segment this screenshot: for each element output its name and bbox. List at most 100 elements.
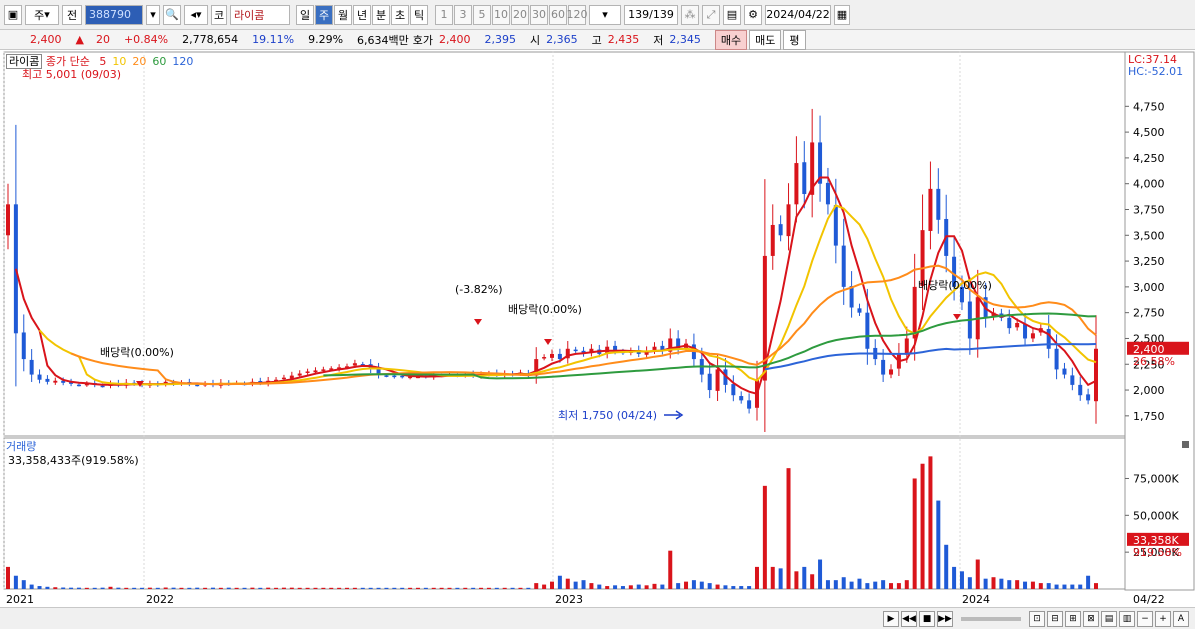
candle-body bbox=[1054, 348, 1059, 370]
interval-dropdown-icon[interactable]: ▾ bbox=[589, 4, 621, 25]
eval-button[interactable]: 평 bbox=[783, 29, 806, 50]
zoom-out-icon[interactable]: − bbox=[1137, 610, 1153, 627]
volume-bar bbox=[1007, 580, 1012, 589]
search-icon[interactable]: 🔍 bbox=[163, 4, 181, 25]
volume-bar bbox=[715, 584, 720, 589]
interval-button[interactable]: 20 bbox=[511, 4, 529, 25]
low-value: 2,345 bbox=[669, 33, 701, 46]
period-tab[interactable]: 초 bbox=[391, 4, 409, 25]
volume-bar bbox=[1046, 583, 1051, 589]
candle-body bbox=[770, 224, 775, 256]
speaker-icon[interactable]: ◂▾ bbox=[184, 4, 208, 25]
jeon-button[interactable]: 전 bbox=[62, 4, 82, 25]
candle-body bbox=[857, 308, 862, 313]
period-tab[interactable]: 월 bbox=[334, 4, 352, 25]
font-icon[interactable]: A bbox=[1173, 610, 1189, 627]
amount-value: 6,634백만 bbox=[357, 33, 409, 47]
link-icon[interactable]: ⁂ bbox=[681, 4, 699, 25]
period-tab[interactable]: 틱 bbox=[410, 4, 428, 25]
volume-bar bbox=[92, 587, 97, 589]
sell-button[interactable]: 매도 bbox=[749, 29, 782, 50]
volume-bar bbox=[778, 568, 783, 589]
stock-name-field[interactable]: 라이콤 bbox=[230, 4, 290, 25]
volume-bar bbox=[739, 586, 744, 589]
candle-body bbox=[573, 349, 578, 352]
rate1-value: 19.11% bbox=[252, 33, 295, 46]
candle-body bbox=[195, 384, 200, 387]
interval-button[interactable]: 120 bbox=[567, 4, 588, 25]
stock-chart[interactable]: 2021 2022 2023 2024 04/22 4,750 4,500 4,250 4,00… bbox=[0, 51, 1195, 607]
chart-tool-icon-3[interactable]: ⊞ bbox=[1065, 610, 1081, 627]
volume-bar bbox=[226, 587, 231, 589]
volume-bar bbox=[463, 587, 468, 589]
pct-tag: 26.58% bbox=[1133, 355, 1175, 368]
x-tick-label: 2024 bbox=[962, 593, 990, 606]
candle-body bbox=[928, 188, 933, 231]
volume-bar bbox=[841, 577, 846, 589]
high-label: 최고 5,001 (09/03) bbox=[22, 68, 122, 81]
interval-button[interactable]: 60 bbox=[549, 4, 567, 25]
volume-bar bbox=[873, 581, 878, 589]
forward-icon[interactable]: ▶▶ bbox=[937, 610, 953, 627]
chart-tool-icon-1[interactable]: ⊡ bbox=[1029, 610, 1045, 627]
candle-body bbox=[1046, 328, 1051, 349]
crosshair-icon[interactable]: ⤢ bbox=[702, 4, 720, 25]
candle-body bbox=[778, 224, 783, 236]
chart-tool-icon-5[interactable]: ▤ bbox=[1101, 610, 1117, 627]
x-tick-label: 2023 bbox=[555, 593, 583, 606]
volume-bar bbox=[991, 577, 996, 589]
stock-code-input[interactable]: 388790 bbox=[85, 4, 143, 25]
period-tab[interactable]: 주 bbox=[315, 4, 333, 25]
chart-tool-icon-6[interactable]: ▥ bbox=[1119, 610, 1135, 627]
interval-button[interactable]: 5 bbox=[473, 4, 491, 25]
change-up-icon: ▲ bbox=[75, 33, 84, 46]
count-display[interactable]: 139/139 bbox=[624, 4, 678, 25]
candle-body bbox=[794, 163, 799, 205]
chart-tool-icon-4[interactable]: ⊠ bbox=[1083, 610, 1099, 627]
period-tab[interactable]: 분 bbox=[372, 4, 390, 25]
interval-button[interactable]: 3 bbox=[454, 4, 472, 25]
chart-tool-icon-2[interactable]: ⊟ bbox=[1047, 610, 1063, 627]
rewind-icon[interactable]: ◀◀ bbox=[901, 610, 917, 627]
volume-bar bbox=[210, 587, 215, 589]
candle-body bbox=[912, 286, 917, 339]
candle-body bbox=[37, 374, 42, 380]
volume-panel-close-icon[interactable] bbox=[1182, 441, 1189, 448]
code-dropdown-icon[interactable]: ▾ bbox=[146, 4, 160, 25]
date-input[interactable]: 2024/04/22 bbox=[765, 4, 831, 25]
interval-button[interactable]: 1 bbox=[435, 4, 453, 25]
volume-bar bbox=[502, 587, 507, 589]
stop-icon[interactable]: ■ bbox=[919, 610, 935, 627]
volume-bar bbox=[455, 587, 460, 589]
period-tab[interactable]: 일 bbox=[296, 4, 314, 25]
volume-bar bbox=[258, 587, 263, 589]
interval-button[interactable]: 30 bbox=[530, 4, 548, 25]
buy-button[interactable]: 매수 bbox=[714, 29, 748, 50]
volume-bar bbox=[6, 566, 10, 589]
volume-bar bbox=[936, 500, 941, 589]
window-icon[interactable]: ▣ bbox=[4, 4, 22, 25]
volume-bar bbox=[691, 580, 696, 589]
candle-body bbox=[45, 378, 50, 382]
zoom-slider[interactable] bbox=[961, 616, 1021, 621]
volume-bar bbox=[195, 587, 200, 589]
volume-bar bbox=[802, 566, 807, 589]
ma-legend-item: 20 bbox=[132, 55, 147, 68]
volume-bar bbox=[108, 586, 113, 589]
period-select[interactable]: 주 ▾ bbox=[25, 4, 59, 25]
interval-button[interactable]: 10 bbox=[492, 4, 510, 25]
zoom-in-icon[interactable]: + bbox=[1155, 610, 1171, 627]
volume-bar bbox=[881, 580, 886, 589]
open-value: 2,365 bbox=[546, 33, 578, 46]
gear-icon[interactable]: ⚙ bbox=[744, 4, 762, 25]
save-icon[interactable]: ▤ bbox=[723, 4, 741, 25]
volume-tag-pct: 919.58% bbox=[1133, 546, 1182, 559]
period-tab[interactable]: 년 bbox=[353, 4, 371, 25]
scroll-right-icon[interactable]: ▶ bbox=[883, 610, 899, 627]
candle-body bbox=[731, 384, 736, 396]
volume-bar bbox=[1054, 584, 1059, 589]
volume-bar bbox=[37, 586, 42, 589]
calendar-icon[interactable]: ▦ bbox=[834, 4, 850, 25]
candle-body bbox=[21, 332, 26, 360]
volume-bar bbox=[707, 583, 712, 589]
